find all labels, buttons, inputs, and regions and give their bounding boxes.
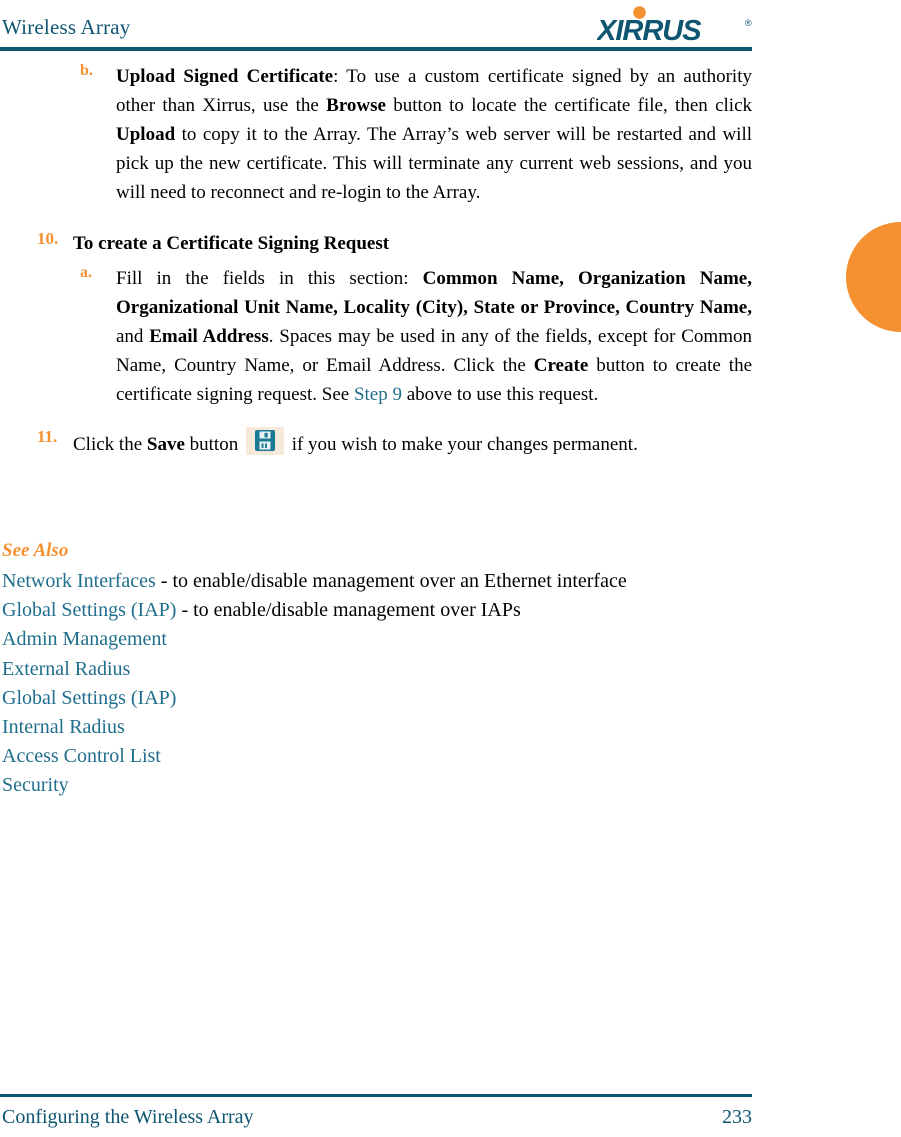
bold-browse: Browse [326, 95, 386, 116]
see-also-link-global-settings-iap-2[interactable]: Global Settings (IAP) [2, 687, 176, 709]
page-content: b. Upload Signed Certificate: To use a c… [0, 62, 752, 459]
list-item-10-heading: To create a Certificate Signing Request [73, 233, 390, 254]
item-11-text-2: button [184, 434, 243, 455]
bold-save: Save [146, 434, 185, 455]
list-item-b: b. Upload Signed Certificate: To use a c… [0, 62, 752, 207]
see-also-desc: - to enable/disable management over an E… [155, 570, 627, 592]
see-also-link-global-settings-iap[interactable]: Global Settings (IAP) [2, 599, 176, 621]
bold-upload: Upload [116, 124, 176, 145]
item-10a-text-and: and [116, 326, 150, 347]
list-item-11-text: Click the Save button if you wish to mak… [73, 427, 752, 459]
see-also-section: See Also Network Interfaces - to enable/… [2, 538, 762, 801]
see-also-desc: - to enable/disable management over IAPs [176, 599, 521, 622]
svg-text:XIRRUS: XIRRUS [597, 15, 702, 44]
item-10a-text-1: Fill in the fields in this section: [116, 268, 423, 289]
item-b-text-3: to copy it to the Array. The Array’s web… [116, 124, 752, 203]
see-also-link-network-interfaces[interactable]: Network Interfaces [2, 570, 156, 592]
see-also-item: Global Settings (IAP) [2, 684, 762, 713]
list-item-11: 11. Click the Save button if you wish to… [0, 427, 752, 459]
footer-title: Configuring the Wireless Array [2, 1106, 254, 1128]
bold-create: Create [533, 355, 589, 376]
item-11-text-3: if you wish to make your changes permane… [286, 434, 638, 455]
see-also-item: External Radius [2, 655, 762, 684]
see-also-item: Internal Radius [2, 713, 762, 742]
page-header: Wireless Array XIRRUS ® [0, 0, 901, 52]
item-11-text-1: Click the [73, 434, 147, 455]
see-also-item: Global Settings (IAP) - to enable/disabl… [2, 596, 762, 625]
xirrus-logo: XIRRUS ® [597, 6, 757, 44]
document-page: Wireless Array XIRRUS ® b. Upload Signed… [0, 0, 901, 1137]
item-10a-text-4: above to use this request. [401, 384, 599, 405]
svg-text:®: ® [745, 18, 752, 28]
bold-email-address: Email Address [149, 326, 269, 347]
see-also-link-security[interactable]: Security [2, 774, 69, 796]
header-divider [0, 47, 752, 51]
list-item-b-text: Upload Signed Certificate: To use a cust… [116, 62, 752, 207]
header-title: Wireless Array [2, 15, 131, 39]
list-marker-11: 11. [37, 427, 58, 446]
list-marker-b: b. [80, 62, 93, 79]
page-footer: Configuring the Wireless Array 233 [0, 1094, 901, 1137]
list-marker-a: a. [80, 264, 92, 281]
see-also-heading: See Also [2, 540, 69, 561]
list-item-10a: a. Fill in the fields in this section: C… [0, 264, 752, 409]
bold-upload-signed-certificate: Upload Signed Certificate [116, 66, 334, 87]
chapter-thumb-tab [846, 222, 901, 332]
see-also-link-admin-management[interactable]: Admin Management [2, 628, 167, 650]
link-step-9[interactable]: Step 9 [354, 384, 402, 405]
see-also-item: Admin Management [2, 625, 762, 654]
see-also-link-access-control-list[interactable]: Access Control List [2, 745, 161, 767]
see-also-link-internal-radius[interactable]: Internal Radius [2, 716, 125, 738]
page-number: 233 [722, 1106, 752, 1128]
item-b-text-2: button to locate the certificate file, t… [385, 95, 753, 116]
see-also-item: Network Interfaces - to enable/disable m… [2, 567, 762, 596]
footer-divider [0, 1094, 752, 1097]
list-item-10: 10. To create a Certificate Signing Requ… [0, 229, 752, 258]
see-also-item: Access Control List [2, 742, 762, 771]
list-marker-10: 10. [37, 229, 59, 248]
save-floppy-icon[interactable] [245, 427, 284, 455]
see-also-item: Security [2, 771, 762, 800]
list-item-10a-text: Fill in the fields in this section: Comm… [116, 264, 752, 409]
see-also-link-external-radius[interactable]: External Radius [2, 658, 130, 680]
